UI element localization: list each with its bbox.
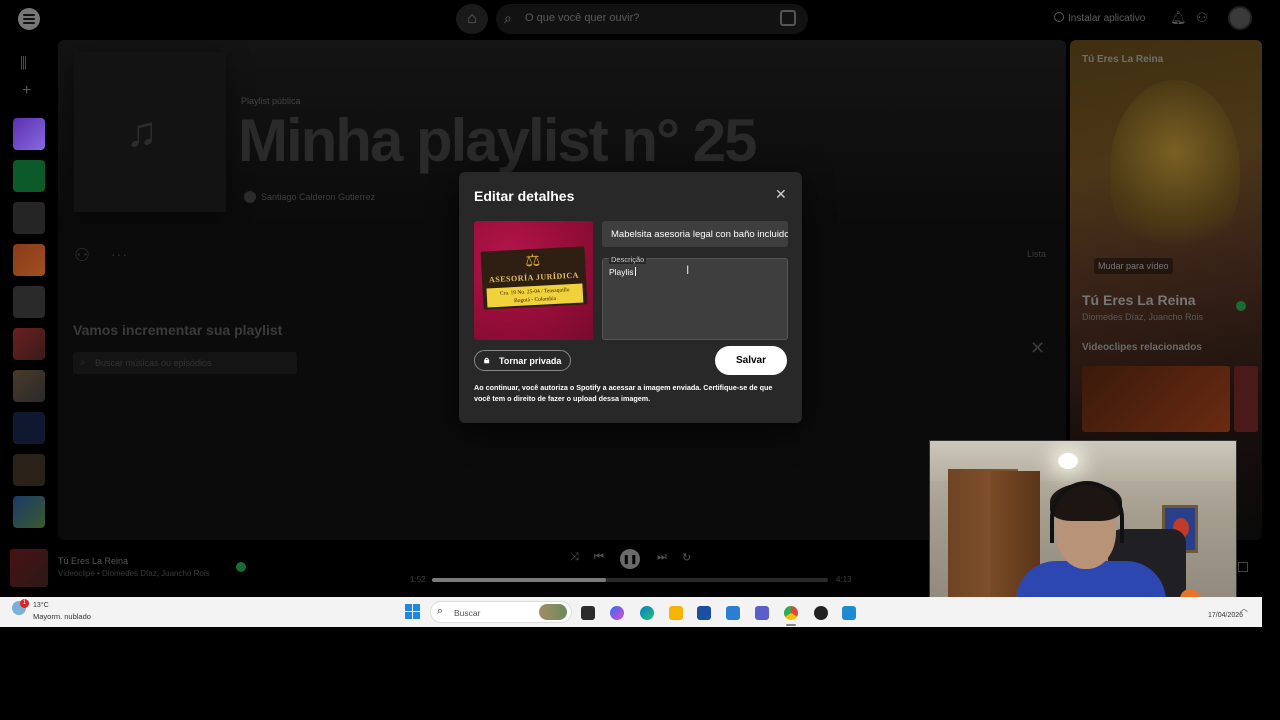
card-address-line1: Cra. 19 No. 25-04 / Teusaquillo [499, 287, 570, 297]
text-cursor-icon: I [686, 263, 690, 277]
date[interactable]: 17/04/2026 [1208, 612, 1243, 619]
copilot-icon[interactable] [610, 606, 624, 620]
task-view-icon[interactable] [581, 606, 595, 620]
close-icon[interactable]: ✕ [775, 186, 787, 203]
playlist-name-input[interactable]: Mabelsita asesoria legal con baño inclui… [602, 221, 788, 247]
taskbar-app-icon[interactable] [842, 606, 856, 620]
weather-badge: 1 [20, 599, 29, 608]
card-address: Cra. 19 No. 25-04 / Teusaquillo Bogotá - … [486, 283, 584, 308]
make-private-label: Tornar privada [499, 356, 562, 366]
card-name: ASESORÍA JURÍDICA [488, 270, 580, 285]
edge-browser-icon[interactable] [640, 606, 654, 620]
obs-icon[interactable] [814, 606, 828, 620]
dialog-title: Editar detalhes [474, 188, 575, 204]
taskbar-search[interactable]: ⌕ Buscar [430, 601, 572, 623]
taskbar-search-label: Buscar [454, 608, 481, 618]
search-highlight-icon [539, 604, 567, 620]
active-app-indicator [786, 624, 796, 626]
description-label: Descrição [609, 255, 647, 264]
store-icon[interactable] [697, 606, 711, 620]
save-button[interactable]: Salvar [715, 346, 787, 375]
make-private-button[interactable]: 🔒︎ Tornar privada [474, 350, 571, 371]
business-card-image: ⚖ ASESORÍA JURÍDICA Cra. 19 No. 25-04 / … [480, 246, 588, 310]
search-icon: ⌕ [437, 605, 444, 617]
upload-disclaimer: Ao continuar, você autoriza o Spotify a … [474, 383, 773, 403]
teams-icon[interactable] [755, 606, 769, 620]
lock-icon: 🔒︎ [484, 355, 490, 366]
temperature[interactable]: 13°C [33, 602, 49, 609]
outlook-icon[interactable] [726, 606, 740, 620]
webcam-overlay [929, 440, 1237, 614]
windows-start-icon[interactable] [405, 604, 420, 619]
windows-taskbar: 1 13°C Mayorm. nublado ⌕ Buscar ︿ 17/04/… [0, 597, 1262, 627]
file-explorer-icon[interactable] [669, 606, 683, 620]
ceiling-light [1058, 453, 1078, 469]
playlist-cover-image[interactable]: ⚖ ASESORÍA JURÍDICA Cra. 19 No. 25-04 / … [474, 221, 593, 340]
edit-details-dialog: Editar detalhes ✕ ⚖ ASESORÍA JURÍDICA Cr… [459, 172, 802, 423]
description-value: Playlis [609, 267, 634, 277]
scales-of-justice-icon: ⚖ [524, 250, 541, 271]
card-address-line2: Bogotá - Colombia [513, 295, 557, 305]
weather-description[interactable]: Mayorm. nublado [33, 612, 91, 621]
chrome-icon[interactable] [784, 606, 798, 620]
